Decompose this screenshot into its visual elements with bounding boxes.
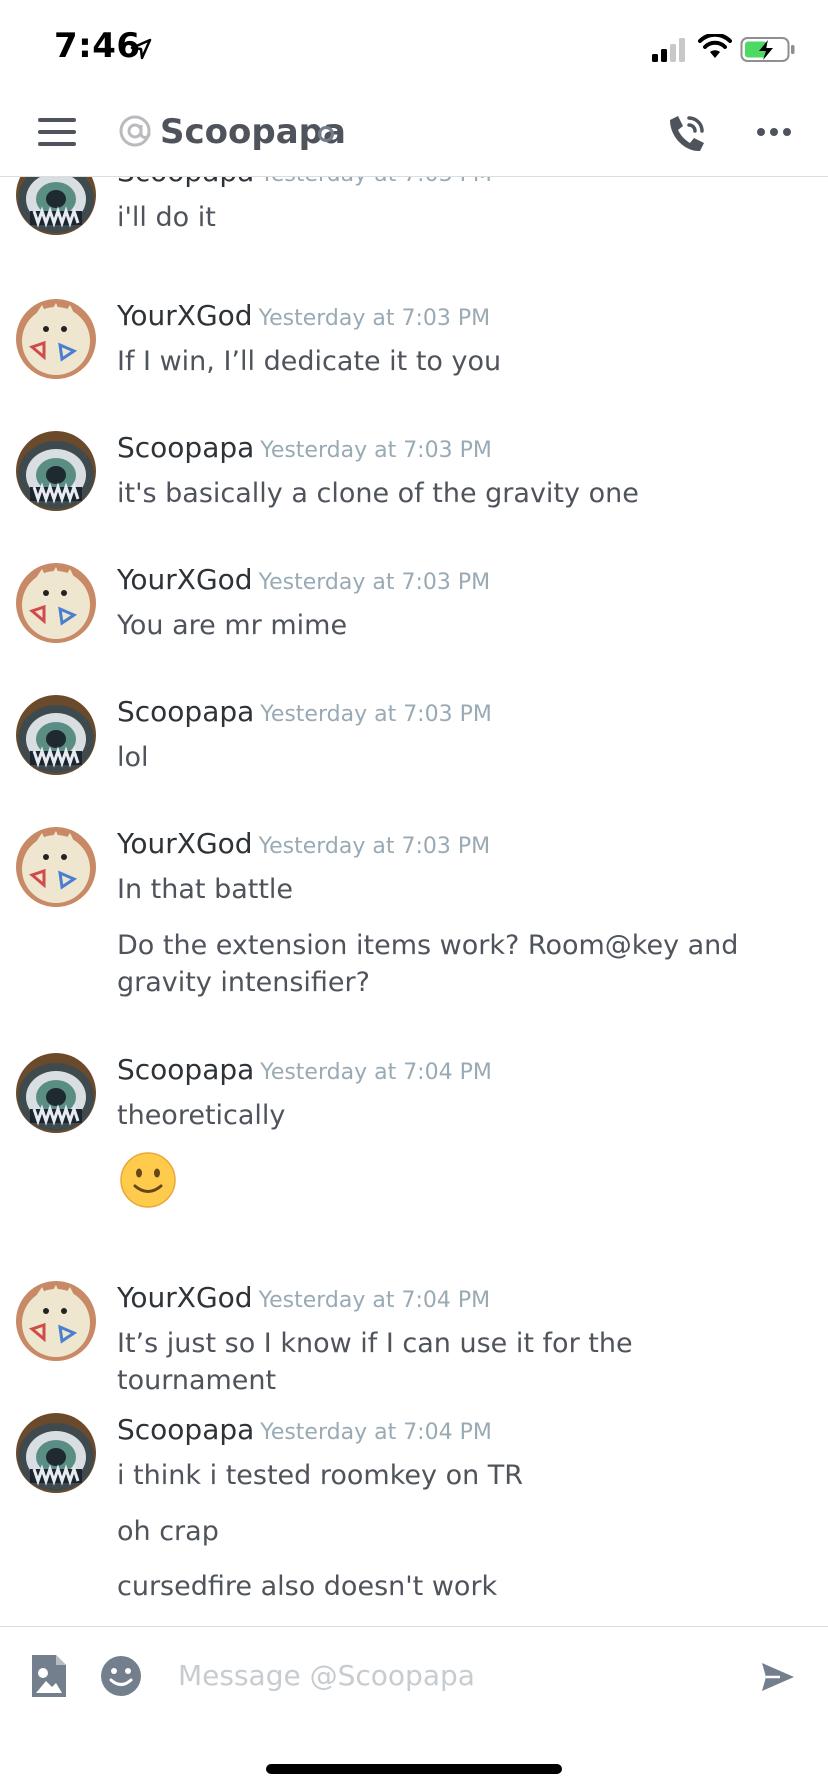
message-text: It’s just so I know if I can use it for …	[117, 1328, 633, 1396]
image-upload-icon[interactable]	[28, 1653, 68, 1699]
message-timestamp: Yesterday at 7:03 PM	[260, 702, 492, 727]
scoopapa-avatar[interactable]	[16, 177, 96, 235]
scoopapa-avatar[interactable]	[16, 695, 96, 775]
togepi-avatar[interactable]	[16, 563, 96, 643]
message-timestamp: Yesterday at 7:03 PM	[260, 177, 492, 187]
hamburger-menu-icon[interactable]	[38, 118, 76, 148]
status-bar: 7:46	[0, 0, 828, 100]
togepi-avatar[interactable]	[16, 827, 96, 907]
message-timestamp: Yesterday at 7:03 PM	[258, 834, 491, 859]
scoopapa-avatar[interactable]	[16, 1053, 96, 1133]
status-time: 7:46	[54, 26, 141, 66]
message-text: i think i tested roomkey on TR	[117, 1460, 524, 1491]
message-text: You are mr mime	[117, 610, 348, 641]
message-timestamp: Yesterday at 7:04 PM	[258, 1288, 491, 1313]
slightly-smiling-face-icon	[120, 1152, 176, 1208]
message-input[interactable]	[176, 1649, 740, 1701]
message-text: In that battle	[117, 874, 294, 905]
message-text: it's basically a clone of the gravity on…	[117, 478, 639, 509]
author-name[interactable]: Scoopapa	[117, 1413, 254, 1446]
message-timestamp: Yesterday at 7:03 PM	[260, 438, 492, 463]
message-text: cursedfire also doesn't work	[117, 1571, 498, 1602]
send-icon[interactable]	[760, 1661, 796, 1693]
message-text: lol	[117, 742, 149, 773]
home-indicator[interactable]	[266, 1764, 562, 1774]
author-name[interactable]: YourXGod	[117, 1281, 253, 1314]
channel-header: Scoopapa	[0, 100, 828, 177]
author-name[interactable]: YourXGod	[117, 827, 253, 860]
author-name[interactable]: Scoopapa	[117, 431, 254, 464]
scoopapa-avatar[interactable]	[16, 1413, 96, 1493]
message-text: i'll do it	[117, 202, 216, 233]
message-composer	[0, 1626, 828, 1727]
at-sign-icon	[119, 115, 151, 147]
scoopapa-avatar[interactable]	[16, 431, 96, 511]
message-timestamp: Yesterday at 7:03 PM	[258, 570, 491, 595]
location-arrow-icon	[130, 38, 152, 60]
more-options-icon[interactable]	[756, 124, 792, 140]
message-list[interactable]: ScoopapaYesterday at 7:03 PM i'll do it …	[0, 177, 828, 1625]
message-timestamp: Yesterday at 7:03 PM	[258, 306, 491, 331]
message-text: oh crap	[117, 1516, 219, 1547]
author-name[interactable]: YourXGod	[117, 299, 253, 332]
message-text: theoretically	[117, 1100, 286, 1131]
author-name[interactable]: YourXGod	[117, 563, 253, 596]
togepi-avatar[interactable]	[16, 1281, 96, 1361]
battery-charging-icon	[740, 37, 795, 62]
togepi-avatar[interactable]	[16, 299, 96, 379]
message-timestamp: Yesterday at 7:04 PM	[260, 1420, 492, 1445]
author-name[interactable]: Scoopapa	[117, 1053, 254, 1086]
voice-call-icon[interactable]	[664, 112, 708, 156]
wifi-icon	[698, 34, 732, 58]
message-text: Do the extension items work? Room@key an…	[117, 930, 739, 998]
author-name[interactable]: Scoopapa	[117, 695, 254, 728]
author-name[interactable]: Scoopapa	[117, 177, 254, 188]
emoji-picker-icon[interactable]	[100, 1655, 142, 1697]
message-timestamp: Yesterday at 7:04 PM	[260, 1060, 492, 1085]
offline-status-icon	[318, 126, 334, 142]
message-text: If I win, I’ll dedicate it to you	[117, 346, 502, 377]
cellular-signal-icon	[652, 38, 685, 62]
